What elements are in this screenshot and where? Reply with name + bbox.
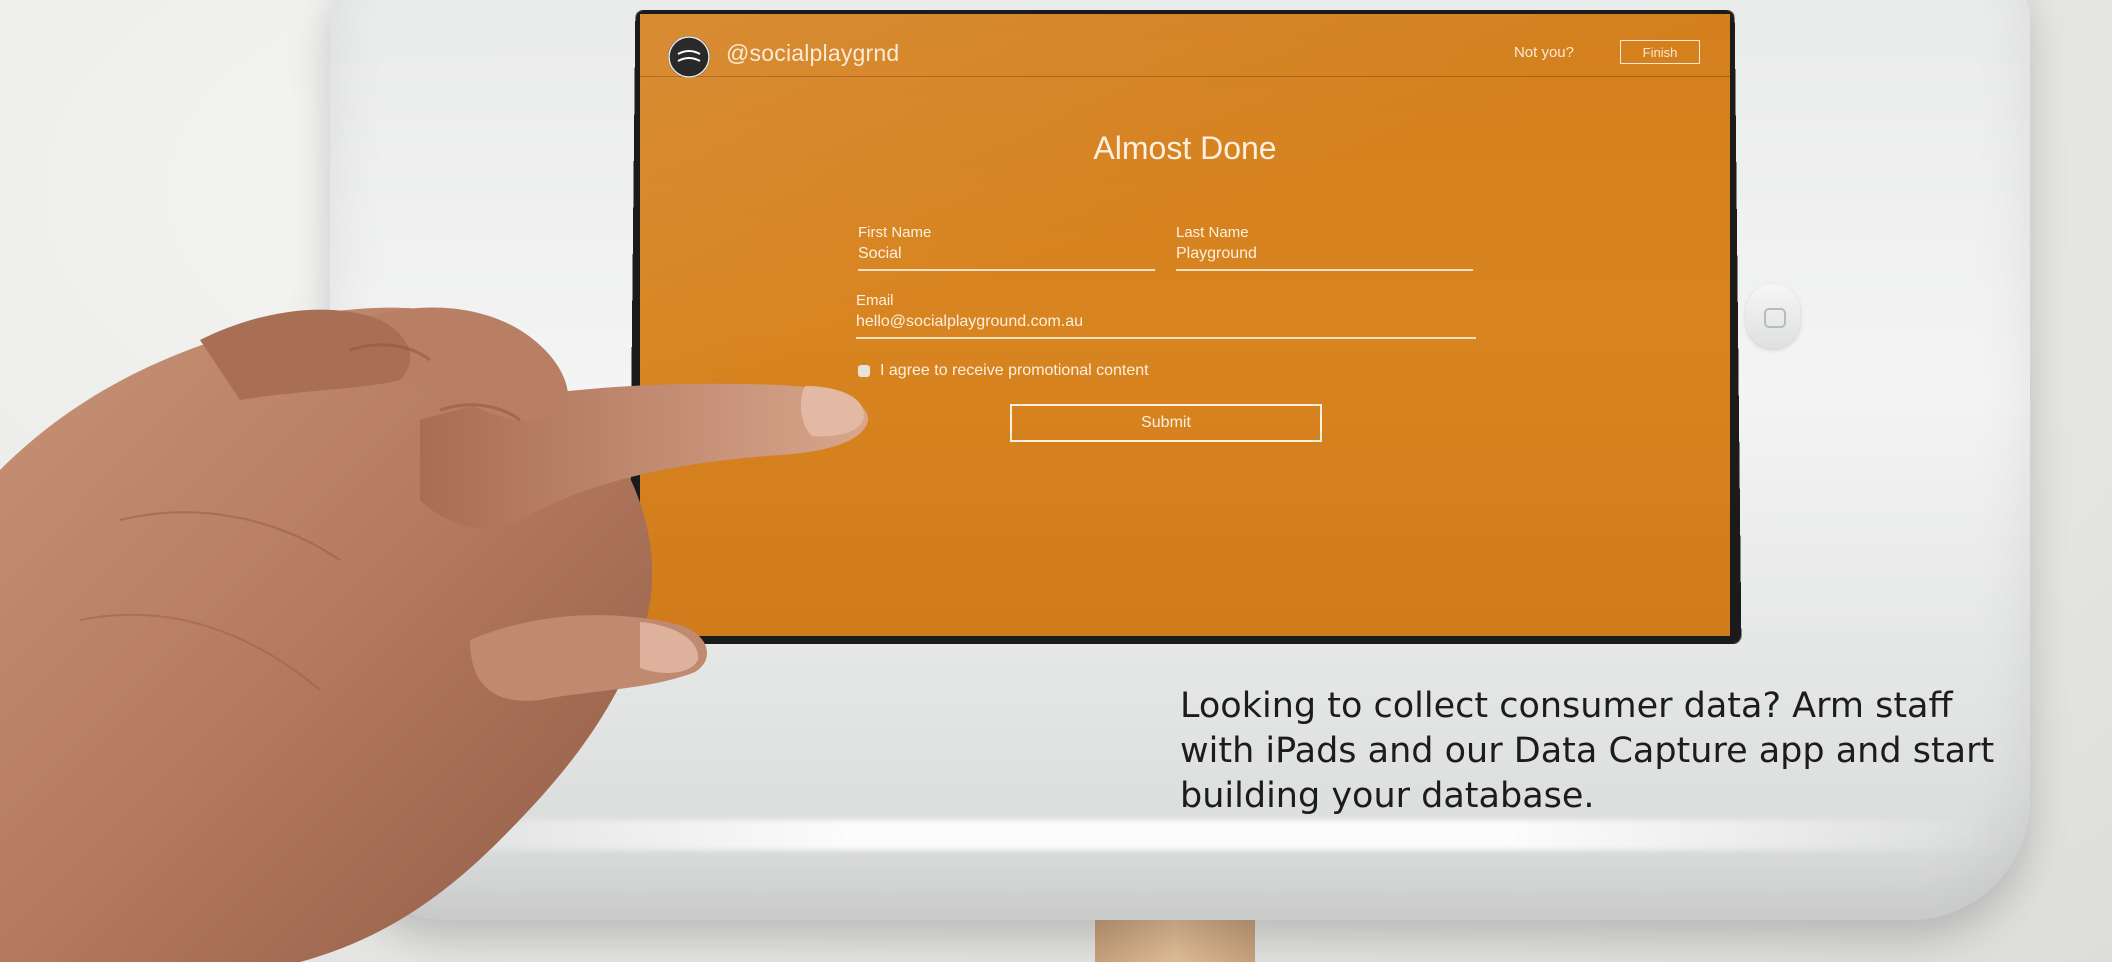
first-name-input[interactable]: Social [858, 245, 1155, 271]
photo-scene: @socialplaygrnd Not you? Finish Almost D… [0, 0, 2112, 962]
promo-consent-checkbox[interactable] [858, 365, 870, 377]
email-label: Email [856, 292, 894, 309]
last-name-input[interactable]: Playground [1176, 245, 1473, 271]
promo-consent-row[interactable]: I agree to receive promotional content [858, 362, 1149, 380]
first-name-field[interactable]: First Name Social [858, 224, 1155, 271]
home-button[interactable] [1746, 284, 1800, 348]
tablet-screen: @socialplaygrnd Not you? Finish Almost D… [640, 14, 1730, 636]
logo-icon [668, 36, 710, 78]
email-field[interactable]: Email hello@socialplayground.com.au [856, 292, 1476, 339]
last-name-field[interactable]: Last Name Playground [1176, 224, 1473, 271]
kiosk-shine [360, 820, 2000, 850]
stand-pole [1095, 918, 1255, 962]
email-input[interactable]: hello@socialplayground.com.au [856, 313, 1476, 339]
submit-button[interactable]: Submit [1010, 404, 1322, 442]
page-title: Almost Done [1093, 130, 1277, 166]
first-name-label: First Name [858, 224, 932, 241]
finish-button[interactable]: Finish [1620, 40, 1700, 64]
app-header: @socialplaygrnd Not you? Finish [640, 14, 1730, 78]
last-name-label: Last Name [1176, 224, 1249, 241]
account-handle: @socialplaygrnd [726, 40, 900, 66]
not-you-link[interactable]: Not you? [1514, 44, 1574, 61]
brand-logo [668, 36, 710, 78]
promo-caption: Looking to collect consumer data? Arm st… [1180, 686, 1995, 816]
promo-consent-label: I agree to receive promotional content [880, 362, 1149, 379]
